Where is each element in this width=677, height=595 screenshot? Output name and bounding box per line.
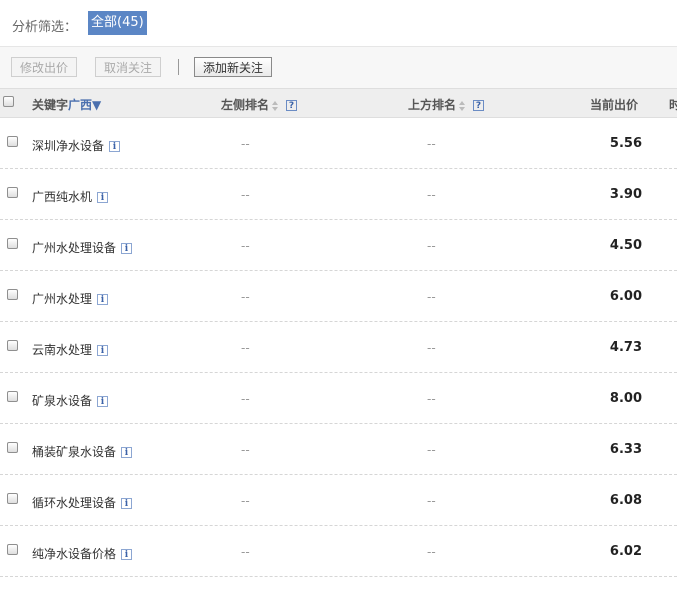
left-rank-label: 左侧排名	[221, 98, 270, 112]
toolbar-divider	[178, 59, 179, 75]
top-rank-value: --	[427, 494, 436, 508]
info-icon[interactable]: i	[121, 498, 133, 509]
table-row: 云南水处理 i -- -- 4.73	[0, 322, 677, 373]
clipped-header: 时	[669, 98, 677, 112]
left-rank-value: --	[241, 188, 250, 202]
current-bid-value: 8.00	[609, 391, 642, 406]
info-icon[interactable]: i	[97, 345, 109, 356]
keyword-cell: 深圳净水设备 i	[32, 137, 121, 154]
keyword-cell: 纯净水设备价格 i	[32, 545, 133, 562]
table-row: 广西纯水机 i -- -- 3.90	[0, 169, 677, 220]
current-bid-value: 4.73	[609, 340, 642, 355]
info-icon[interactable]: i	[121, 447, 133, 458]
keyword-text: 深圳净水设备	[32, 139, 105, 153]
left-rank-value: --	[241, 545, 250, 559]
keyword-header-label: 关键字	[32, 98, 69, 112]
row-checkbox[interactable]	[7, 289, 18, 300]
current-bid-value: 6.33	[609, 442, 642, 457]
current-bid-value: 3.90	[609, 187, 642, 202]
left-rank-value: --	[241, 341, 250, 355]
row-checkbox[interactable]	[7, 544, 18, 555]
sort-icon[interactable]	[459, 100, 466, 111]
table-row: 矿泉水设备 i -- -- 8.00	[0, 373, 677, 424]
top-rank-value: --	[427, 137, 436, 151]
table-header: 关键字广西▼ 左侧排名? 上方排名? 当前出价 时	[0, 88, 677, 118]
keyword-cell: 云南水处理 i	[32, 341, 109, 358]
keyword-cell: 广州水处理设备 i	[32, 239, 133, 256]
info-icon[interactable]: i	[97, 294, 109, 305]
info-icon[interactable]: i	[97, 192, 109, 203]
keyword-cell: 桶装矿泉水设备 i	[32, 443, 133, 460]
row-checkbox[interactable]	[7, 187, 18, 198]
sort-icon[interactable]	[272, 100, 279, 111]
keyword-cell: 广西纯水机 i	[32, 188, 109, 205]
row-checkbox[interactable]	[7, 493, 18, 504]
filter-all-chip[interactable]: 全部(45)	[88, 11, 147, 35]
edit-bid-button[interactable]: 修改出价	[11, 57, 78, 77]
row-checkbox[interactable]	[7, 340, 18, 351]
left-rank-value: --	[241, 443, 250, 457]
table-row: 广州水处理设备 i -- -- 4.50	[0, 220, 677, 271]
help-icon[interactable]: ?	[473, 100, 485, 111]
filter-bar: 分析筛选： 全部(45)	[0, 0, 677, 46]
keyword-cell: 循环水处理设备 i	[32, 494, 133, 511]
table-row: 循环水处理设备 i -- -- 6.08	[0, 475, 677, 526]
current-bid-value: 4.50	[609, 238, 642, 253]
current-bid-header: 当前出价	[590, 98, 639, 112]
info-icon[interactable]: i	[109, 141, 121, 152]
left-rank-value: --	[241, 290, 250, 304]
table-row: 广州水处理 i -- -- 6.00	[0, 271, 677, 322]
info-icon[interactable]: i	[121, 549, 133, 560]
left-rank-value: --	[241, 392, 250, 406]
keyword-header: 关键字广西▼	[32, 96, 101, 113]
top-rank-value: --	[427, 290, 436, 304]
region-dropdown[interactable]: 广西▼	[68, 98, 101, 112]
top-rank-value: --	[427, 239, 436, 253]
table-row: 桶装矿泉水设备 i -- -- 6.33	[0, 424, 677, 475]
left-rank-value: --	[241, 494, 250, 508]
keyword-text: 广西纯水机	[32, 190, 93, 204]
select-all-checkbox[interactable]	[3, 96, 14, 107]
top-rank-value: --	[427, 341, 436, 355]
current-bid-value: 6.00	[609, 289, 642, 304]
row-checkbox[interactable]	[7, 238, 18, 249]
row-checkbox[interactable]	[7, 136, 18, 147]
top-rank-value: --	[427, 443, 436, 457]
top-rank-value: --	[427, 545, 436, 559]
table-row: 纯净水设备价格 i -- -- 6.02	[0, 526, 677, 577]
keyword-text: 循环水处理设备	[32, 496, 117, 510]
keyword-text: 矿泉水设备	[32, 394, 93, 408]
keyword-text: 云南水处理	[32, 343, 93, 357]
current-bid-value: 6.08	[609, 493, 642, 508]
filter-label: 分析筛选：	[12, 20, 78, 35]
unfollow-button[interactable]: 取消关注	[95, 57, 162, 77]
top-rank-label: 上方排名	[408, 98, 457, 112]
row-checkbox[interactable]	[7, 391, 18, 402]
help-icon[interactable]: ?	[286, 100, 298, 111]
keyword-text: 桶装矿泉水设备	[32, 445, 117, 459]
keyword-text: 广州水处理设备	[32, 241, 117, 255]
left-rank-value: --	[241, 137, 250, 151]
current-bid-value: 6.02	[609, 544, 642, 559]
keyword-cell: 广州水处理 i	[32, 290, 109, 307]
top-rank-header[interactable]: 上方排名?	[408, 96, 485, 113]
left-rank-value: --	[241, 239, 250, 253]
info-icon[interactable]: i	[121, 243, 133, 254]
keyword-text: 广州水处理	[32, 292, 93, 306]
toolbar: 修改出价 取消关注 添加新关注	[0, 46, 677, 89]
table-row: 深圳净水设备 i -- -- 5.56	[0, 118, 677, 169]
keyword-text: 纯净水设备价格	[32, 547, 117, 561]
add-follow-button[interactable]: 添加新关注	[194, 57, 273, 77]
current-bid-value: 5.56	[609, 136, 642, 151]
info-icon[interactable]: i	[97, 396, 109, 407]
top-rank-value: --	[427, 392, 436, 406]
left-rank-header[interactable]: 左侧排名?	[221, 96, 298, 113]
keyword-cell: 矿泉水设备 i	[32, 392, 109, 409]
top-rank-value: --	[427, 188, 436, 202]
row-checkbox[interactable]	[7, 442, 18, 453]
